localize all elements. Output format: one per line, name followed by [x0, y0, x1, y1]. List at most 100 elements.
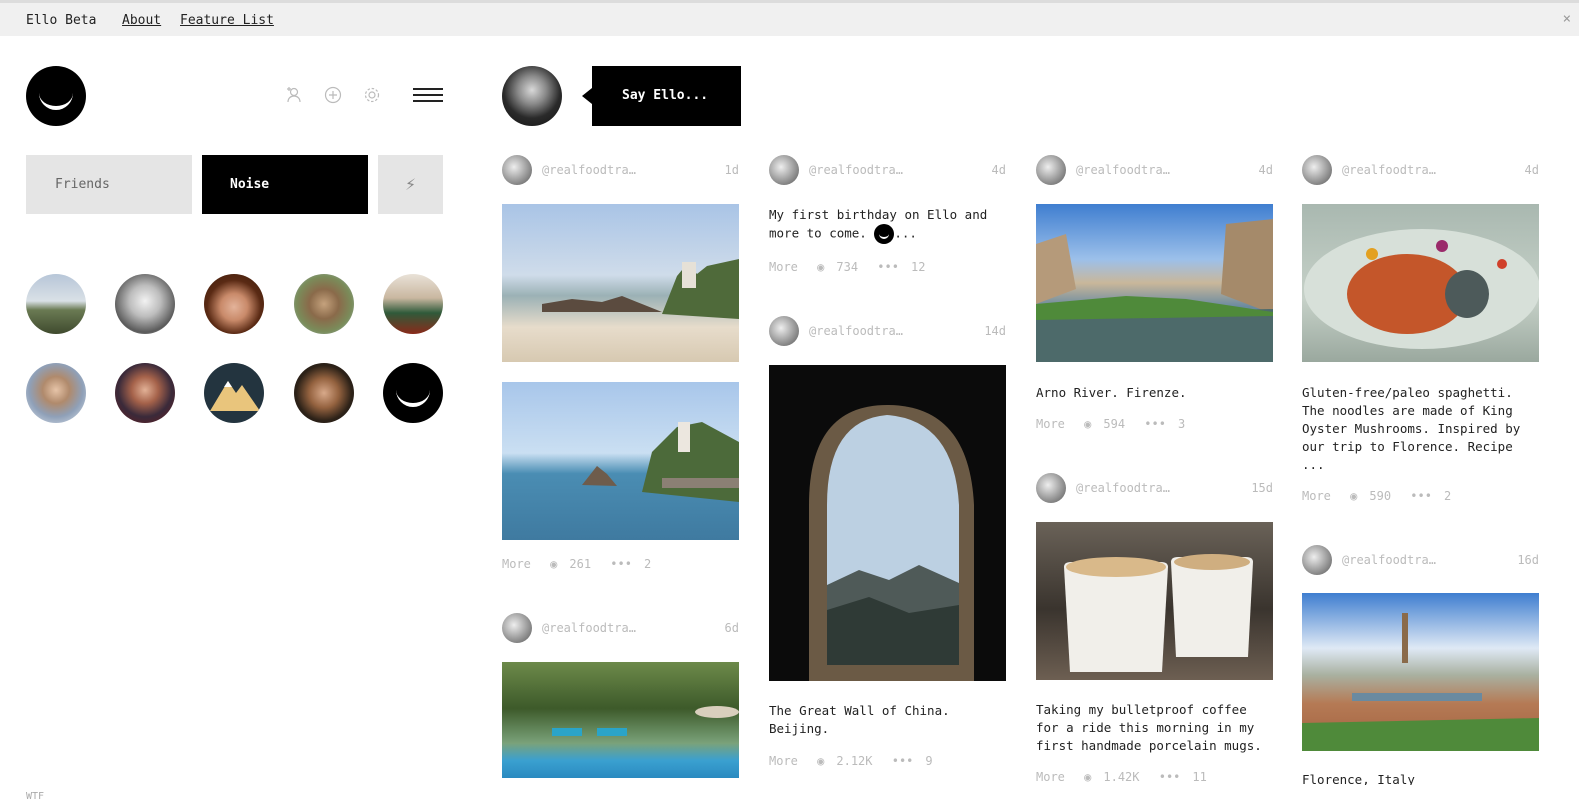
avatar[interactable] — [204, 363, 264, 423]
avatar[interactable] — [1036, 473, 1066, 503]
view-count: 594 — [1103, 417, 1126, 431]
eye-icon: ◉ — [1084, 417, 1092, 431]
top-bar: Ello Beta About Feature List × — [0, 0, 1579, 36]
avatar[interactable] — [383, 363, 443, 423]
post-text: Arno River. Firenze. — [1036, 385, 1187, 400]
comment-count[interactable]: 12 — [911, 260, 925, 274]
avatar[interactable] — [502, 66, 562, 126]
say-ello-button[interactable]: Say Ello... — [582, 66, 741, 126]
more-link[interactable]: More — [769, 754, 798, 768]
more-link[interactable]: More — [769, 260, 798, 274]
ello-smile-icon — [874, 224, 895, 244]
view-count: 734 — [836, 260, 859, 274]
view-count: 590 — [1369, 489, 1392, 503]
post-age[interactable]: 4d — [1525, 163, 1539, 177]
comment-count[interactable]: 3 — [1178, 417, 1185, 431]
more-link[interactable]: More — [502, 557, 531, 571]
avatar[interactable] — [1302, 155, 1332, 185]
post-header: @realfoodtra… 4d — [1302, 155, 1539, 185]
tab-friends[interactable]: Friends — [26, 155, 192, 214]
post-age[interactable]: 4d — [1259, 163, 1273, 177]
post-age[interactable]: 4d — [992, 163, 1006, 177]
more-link[interactable]: More — [1302, 489, 1331, 503]
avatar[interactable] — [1302, 545, 1332, 575]
post-age[interactable]: 6d — [725, 621, 739, 635]
eye-icon: ◉ — [1084, 770, 1092, 784]
comment-count[interactable]: 9 — [925, 754, 932, 768]
post-text: My first birthday on Ello and more to co… — [769, 206, 1006, 244]
post-image[interactable] — [502, 382, 739, 540]
post-image[interactable] — [502, 204, 739, 362]
post-age[interactable]: 15d — [1251, 481, 1273, 495]
post-age[interactable]: 16d — [1517, 553, 1539, 567]
avatar[interactable] — [294, 363, 354, 423]
post-username[interactable]: @realfoodtra… — [1076, 481, 1170, 495]
post-header: @realfoodtra… 15d — [1036, 473, 1273, 503]
post-meta: More ◉ 734 ••• 12 — [769, 260, 937, 274]
post-meta: More ◉ 594 ••• 3 — [1036, 417, 1197, 431]
post-image[interactable] — [769, 365, 1006, 681]
post-username[interactable]: @realfoodtra… — [809, 163, 903, 177]
post-meta: More ◉ 261 ••• 2 — [502, 557, 663, 571]
post-username[interactable]: @realfoodtra… — [1076, 163, 1170, 177]
eye-icon: ◉ — [817, 754, 825, 768]
close-icon[interactable]: × — [1563, 11, 1571, 27]
avatar[interactable] — [1036, 155, 1066, 185]
more-link[interactable]: More — [1036, 417, 1065, 431]
feature-list-link[interactable]: Feature List — [180, 13, 274, 28]
post-username[interactable]: @realfoodtra… — [1342, 163, 1436, 177]
comments-icon[interactable]: ••• — [1144, 417, 1166, 431]
post-image[interactable] — [1302, 204, 1539, 362]
post-header: @realfoodtra… 1d — [502, 155, 739, 185]
avatar[interactable] — [502, 155, 532, 185]
more-link[interactable]: More — [1036, 770, 1065, 784]
view-count: 2.12K — [836, 754, 873, 768]
comments-icon[interactable]: ••• — [1410, 489, 1432, 503]
post-username[interactable]: @realfoodtra… — [542, 163, 636, 177]
add-person-icon[interactable] — [284, 86, 304, 106]
ello-logo[interactable] — [26, 66, 86, 126]
comments-icon[interactable]: ••• — [1159, 770, 1181, 784]
post-meta: More ◉ 2.12K ••• 9 — [769, 754, 945, 768]
avatar[interactable] — [769, 316, 799, 346]
comments-icon[interactable]: ••• — [877, 260, 899, 274]
about-link[interactable]: About — [122, 13, 161, 28]
menu-icon[interactable] — [413, 88, 443, 102]
post-username[interactable]: @realfoodtra… — [542, 621, 636, 635]
avatar[interactable] — [383, 274, 443, 334]
post-image[interactable] — [1036, 204, 1273, 362]
post-image[interactable] — [502, 662, 739, 778]
post-text: The Great Wall of China. Beijing. — [769, 703, 950, 736]
post-image[interactable] — [1302, 593, 1539, 751]
post-header: @realfoodtra… 14d — [769, 316, 1006, 346]
avatar[interactable] — [26, 363, 86, 423]
comment-count[interactable]: 11 — [1192, 770, 1206, 784]
gear-icon[interactable] — [362, 86, 382, 106]
tab-noise[interactable]: Noise — [202, 155, 368, 214]
view-count: 261 — [569, 557, 592, 571]
avatar[interactable] — [115, 363, 175, 423]
comment-count[interactable]: 2 — [1444, 489, 1451, 503]
post-image[interactable] — [1036, 522, 1273, 680]
post-username[interactable]: @realfoodtra… — [809, 324, 903, 338]
avatar[interactable] — [502, 613, 532, 643]
post-age[interactable]: 14d — [984, 324, 1006, 338]
view-count: 1.42K — [1103, 770, 1140, 784]
avatar[interactable] — [769, 155, 799, 185]
comments-icon[interactable]: ••• — [892, 754, 914, 768]
post-username[interactable]: @realfoodtra… — [1342, 553, 1436, 567]
wtf-link[interactable]: WTF — [26, 791, 44, 802]
avatar[interactable] — [294, 274, 354, 334]
post-age[interactable]: 1d — [725, 163, 739, 177]
avatar[interactable] — [26, 274, 86, 334]
brand-label[interactable]: Ello Beta — [26, 13, 96, 28]
avatar[interactable] — [115, 274, 175, 334]
avatar[interactable] — [204, 274, 264, 334]
plus-circle-icon[interactable] — [323, 86, 343, 106]
post-header: @realfoodtra… 16d — [1302, 545, 1539, 575]
post-text: Florence, Italy — [1302, 772, 1415, 785]
comments-icon[interactable]: ••• — [610, 557, 632, 571]
comment-count[interactable]: 2 — [644, 557, 651, 571]
lightning-icon[interactable]: ⚡ — [378, 155, 443, 214]
post-meta: More ◉ 590 ••• 2 — [1302, 489, 1463, 503]
